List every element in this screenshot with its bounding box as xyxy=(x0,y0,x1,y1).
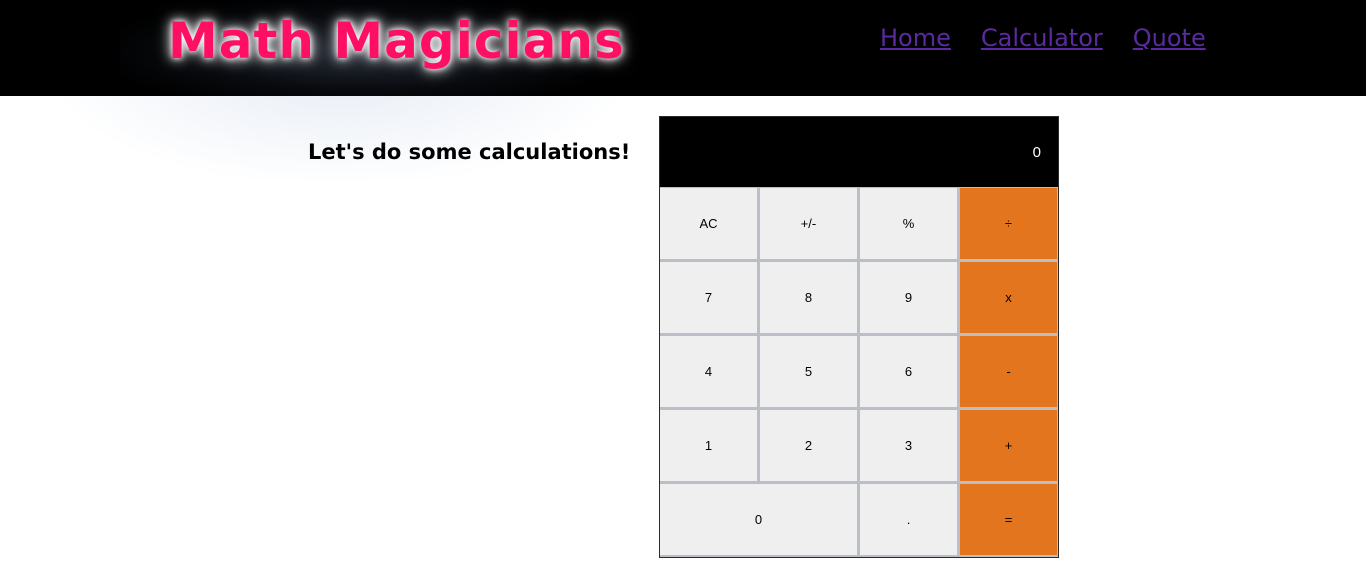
key-percent[interactable]: % xyxy=(860,188,957,259)
key-7[interactable]: 7 xyxy=(660,262,757,333)
key-1[interactable]: 1 xyxy=(660,410,757,481)
key-all-clear[interactable]: AC xyxy=(660,188,757,259)
key-2[interactable]: 2 xyxy=(760,410,857,481)
key-add[interactable]: + xyxy=(960,410,1057,481)
key-subtract[interactable]: - xyxy=(960,336,1057,407)
calculator: 0 AC +/- % ÷ 7 8 9 x 4 5 6 - 1 2 3 + 0 .… xyxy=(659,116,1059,558)
site-header: Math Magicians Home Calculator Quote xyxy=(0,0,1366,96)
key-4[interactable]: 4 xyxy=(660,336,757,407)
nav-link-home[interactable]: Home xyxy=(880,24,951,52)
key-divide[interactable]: ÷ xyxy=(960,188,1057,259)
nav-link-calculator[interactable]: Calculator xyxy=(981,24,1103,52)
nav-link-quote[interactable]: Quote xyxy=(1133,24,1206,52)
page-heading: Let's do some calculations! xyxy=(308,140,631,164)
key-decimal[interactable]: . xyxy=(860,484,957,555)
display-value: 0 xyxy=(1032,143,1041,161)
calculator-keypad: AC +/- % ÷ 7 8 9 x 4 5 6 - 1 2 3 + 0 . = xyxy=(660,188,1058,557)
key-0[interactable]: 0 xyxy=(660,484,857,555)
main-nav: Home Calculator Quote xyxy=(880,24,1206,52)
key-equals[interactable]: = xyxy=(960,484,1057,555)
key-6[interactable]: 6 xyxy=(860,336,957,407)
key-multiply[interactable]: x xyxy=(960,262,1057,333)
site-logo: Math Magicians xyxy=(168,12,625,70)
key-8[interactable]: 8 xyxy=(760,262,857,333)
key-9[interactable]: 9 xyxy=(860,262,957,333)
calculator-display: 0 xyxy=(660,117,1058,187)
key-toggle-sign[interactable]: +/- xyxy=(760,188,857,259)
key-3[interactable]: 3 xyxy=(860,410,957,481)
key-5[interactable]: 5 xyxy=(760,336,857,407)
